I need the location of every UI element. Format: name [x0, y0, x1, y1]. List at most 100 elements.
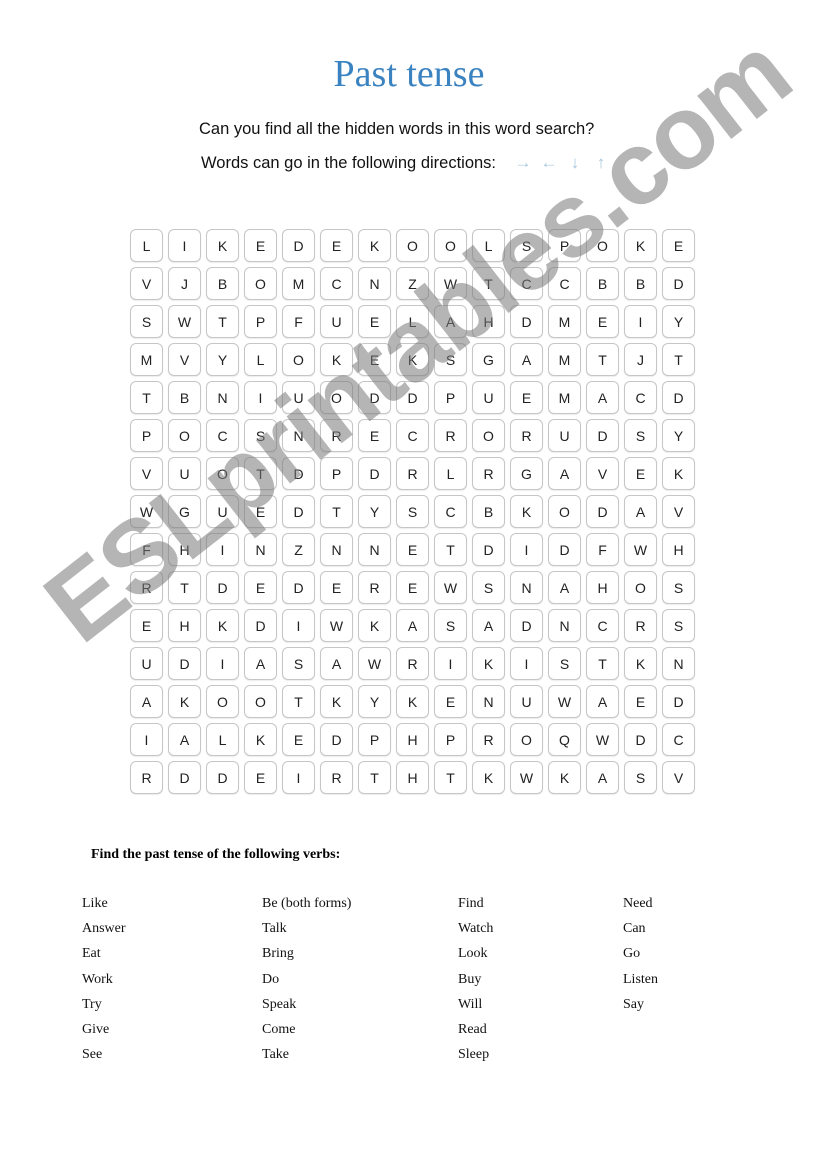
grid-cell[interactable]: N	[282, 419, 315, 452]
grid-cell[interactable]: E	[358, 305, 391, 338]
grid-cell[interactable]: K	[168, 685, 201, 718]
grid-cell[interactable]: I	[282, 761, 315, 794]
grid-cell[interactable]: O	[168, 419, 201, 452]
grid-cell[interactable]: D	[282, 457, 315, 490]
grid-cell[interactable]: T	[320, 495, 353, 528]
grid-cell[interactable]: P	[320, 457, 353, 490]
grid-cell[interactable]: I	[434, 647, 467, 680]
grid-cell[interactable]: I	[244, 381, 277, 414]
grid-cell[interactable]: E	[586, 305, 619, 338]
grid-cell[interactable]: J	[168, 267, 201, 300]
grid-cell[interactable]: K	[396, 685, 429, 718]
grid-cell[interactable]: Y	[358, 495, 391, 528]
grid-cell[interactable]: R	[320, 761, 353, 794]
grid-cell[interactable]: W	[434, 267, 467, 300]
grid-cell[interactable]: A	[548, 457, 581, 490]
grid-cell[interactable]: D	[206, 761, 239, 794]
grid-cell[interactable]: T	[282, 685, 315, 718]
grid-cell[interactable]: N	[472, 685, 505, 718]
grid-cell[interactable]: R	[358, 571, 391, 604]
grid-cell[interactable]: S	[510, 229, 543, 262]
grid-cell[interactable]: F	[130, 533, 163, 566]
grid-cell[interactable]: D	[168, 761, 201, 794]
grid-cell[interactable]: S	[662, 609, 695, 642]
grid-cell[interactable]: A	[244, 647, 277, 680]
grid-cell[interactable]: C	[434, 495, 467, 528]
grid-cell[interactable]: A	[396, 609, 429, 642]
grid-cell[interactable]: E	[624, 457, 657, 490]
grid-cell[interactable]: W	[586, 723, 619, 756]
grid-cell[interactable]: I	[168, 229, 201, 262]
grid-cell[interactable]: K	[358, 609, 391, 642]
grid-cell[interactable]: B	[624, 267, 657, 300]
grid-cell[interactable]: T	[662, 343, 695, 376]
grid-cell[interactable]: K	[510, 495, 543, 528]
grid-cell[interactable]: E	[510, 381, 543, 414]
grid-cell[interactable]: D	[510, 609, 543, 642]
grid-cell[interactable]: T	[168, 571, 201, 604]
grid-cell[interactable]: D	[548, 533, 581, 566]
grid-cell[interactable]: S	[434, 343, 467, 376]
grid-cell[interactable]: E	[624, 685, 657, 718]
grid-cell[interactable]: O	[244, 685, 277, 718]
grid-cell[interactable]: H	[168, 533, 201, 566]
grid-cell[interactable]: O	[396, 229, 429, 262]
grid-cell[interactable]: O	[282, 343, 315, 376]
grid-cell[interactable]: E	[244, 495, 277, 528]
grid-cell[interactable]: K	[662, 457, 695, 490]
grid-cell[interactable]: N	[358, 533, 391, 566]
grid-cell[interactable]: D	[662, 685, 695, 718]
grid-cell[interactable]: P	[548, 229, 581, 262]
grid-cell[interactable]: T	[434, 761, 467, 794]
grid-cell[interactable]: Y	[662, 305, 695, 338]
grid-cell[interactable]: N	[244, 533, 277, 566]
grid-cell[interactable]: K	[624, 647, 657, 680]
grid-cell[interactable]: Y	[358, 685, 391, 718]
grid-cell[interactable]: W	[168, 305, 201, 338]
grid-cell[interactable]: J	[624, 343, 657, 376]
grid-cell[interactable]: A	[510, 343, 543, 376]
grid-cell[interactable]: S	[548, 647, 581, 680]
grid-cell[interactable]: K	[244, 723, 277, 756]
grid-cell[interactable]: C	[586, 609, 619, 642]
grid-cell[interactable]: O	[472, 419, 505, 452]
grid-cell[interactable]: C	[624, 381, 657, 414]
grid-cell[interactable]: A	[586, 685, 619, 718]
grid-cell[interactable]: U	[320, 305, 353, 338]
grid-cell[interactable]: U	[130, 647, 163, 680]
grid-cell[interactable]: D	[396, 381, 429, 414]
grid-cell[interactable]: L	[244, 343, 277, 376]
grid-cell[interactable]: L	[472, 229, 505, 262]
grid-cell[interactable]: S	[244, 419, 277, 452]
grid-cell[interactable]: N	[206, 381, 239, 414]
grid-cell[interactable]: T	[586, 343, 619, 376]
grid-cell[interactable]: H	[168, 609, 201, 642]
grid-cell[interactable]: S	[472, 571, 505, 604]
grid-cell[interactable]: L	[206, 723, 239, 756]
grid-cell[interactable]: R	[472, 723, 505, 756]
grid-cell[interactable]: V	[130, 267, 163, 300]
grid-cell[interactable]: G	[472, 343, 505, 376]
grid-cell[interactable]: W	[624, 533, 657, 566]
grid-cell[interactable]: C	[320, 267, 353, 300]
grid-cell[interactable]: I	[206, 533, 239, 566]
grid-cell[interactable]: E	[282, 723, 315, 756]
grid-cell[interactable]: A	[320, 647, 353, 680]
grid-cell[interactable]: S	[282, 647, 315, 680]
grid-cell[interactable]: K	[472, 761, 505, 794]
grid-cell[interactable]: G	[168, 495, 201, 528]
grid-cell[interactable]: Y	[206, 343, 239, 376]
grid-cell[interactable]: C	[396, 419, 429, 452]
grid-cell[interactable]: Z	[282, 533, 315, 566]
grid-cell[interactable]: R	[434, 419, 467, 452]
grid-cell[interactable]: S	[662, 571, 695, 604]
grid-cell[interactable]: I	[206, 647, 239, 680]
grid-cell[interactable]: C	[510, 267, 543, 300]
grid-cell[interactable]: D	[472, 533, 505, 566]
grid-cell[interactable]: S	[130, 305, 163, 338]
grid-cell[interactable]: I	[510, 533, 543, 566]
grid-cell[interactable]: Q	[548, 723, 581, 756]
grid-cell[interactable]: F	[282, 305, 315, 338]
grid-cell[interactable]: R	[624, 609, 657, 642]
grid-cell[interactable]: T	[244, 457, 277, 490]
